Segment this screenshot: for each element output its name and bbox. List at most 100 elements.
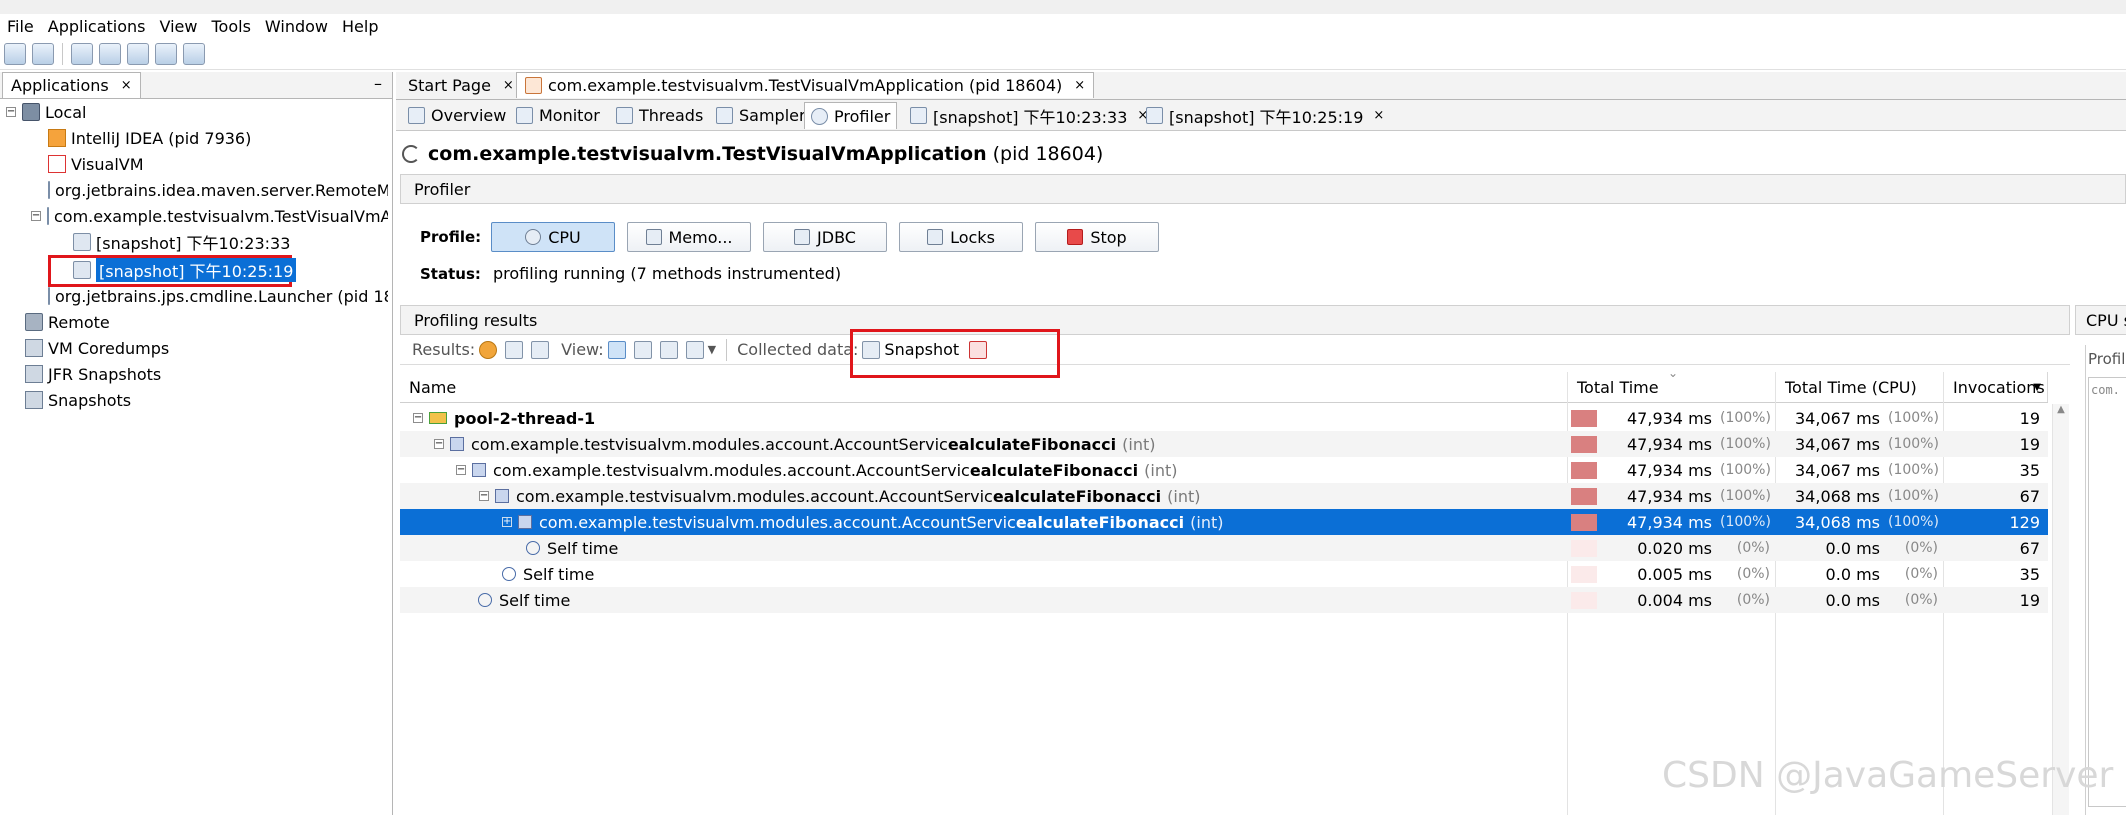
tree-node-local[interactable]: − Local [6, 99, 86, 125]
collapse-icon[interactable]: − [434, 439, 444, 449]
cpu-button[interactable]: CPU [491, 222, 615, 252]
chevron-down-icon[interactable]: ▼ [708, 343, 716, 356]
tab-snapshot-1[interactable]: [snapshot] 下午10:23:33 × [904, 102, 1154, 129]
column-invocations[interactable]: Invocations ▼ [1944, 372, 2048, 402]
menu-help[interactable]: Help [335, 17, 385, 36]
tab-testvisualvm[interactable]: com.example.testvisualvm.TestVisualVmApp… [516, 72, 1095, 98]
column-name[interactable]: Name [400, 372, 1568, 402]
tree-node-jps-launcher[interactable]: org.jetbrains.jps.cmdline.Launcher (pid … [48, 283, 388, 309]
tab-monitor[interactable]: Monitor [510, 102, 606, 129]
close-icon[interactable]: × [503, 78, 514, 93]
close-icon[interactable]: × [1373, 108, 1384, 123]
tree-node-snapshot-2[interactable]: [snapshot] 下午10:25:19 [73, 257, 297, 283]
toolbar-separator [726, 338, 728, 361]
tree-node-jfr[interactable]: JFR Snapshots [25, 361, 161, 387]
columns-icon[interactable] [685, 340, 704, 359]
thread-dump-icon[interactable] [127, 42, 149, 65]
profile-icon[interactable] [155, 42, 177, 65]
collapse-icon[interactable]: − [6, 107, 16, 117]
minimize-icon[interactable]: – [374, 74, 382, 93]
table-row[interactable]: Self time 0.005 ms (0%) 0.0 ms (0%) 35 [400, 561, 2048, 587]
overview-icon [408, 107, 425, 124]
total-time-value: 0.020 ms [1637, 538, 1712, 558]
collapse-icon[interactable]: − [456, 465, 466, 475]
jdbc-button[interactable]: JDBC [763, 222, 887, 252]
tab-overview[interactable]: Overview [402, 102, 512, 129]
close-icon[interactable]: × [121, 78, 132, 93]
table-row[interactable]: − com.example.testvisualvm.modules.accoun… [400, 431, 2048, 457]
applications-tab[interactable]: Applications × [2, 72, 141, 98]
snapshot-icon[interactable] [183, 42, 205, 65]
row-name: + com.example.testvisualvm.modules.accoun… [502, 509, 1223, 535]
column-total-time-cpu[interactable]: Total Time (CPU) [1776, 372, 1944, 402]
tab-threads[interactable]: Threads [610, 102, 709, 129]
tab-label: Profiler [834, 106, 891, 126]
hot-spots-icon[interactable] [633, 340, 652, 359]
scroll-up-icon[interactable]: ▲ [2053, 404, 2069, 415]
collapse-icon[interactable]: − [31, 211, 41, 221]
table-row[interactable]: − pool-2-thread-1 47,934 ms (100%) 34,067 ms… [400, 405, 2048, 431]
load-snapshot-icon[interactable] [4, 42, 26, 65]
tree-node-remote[interactable]: Remote [25, 309, 110, 335]
call-tree-icon[interactable] [607, 340, 626, 359]
collapse-icon[interactable]: − [413, 413, 423, 423]
cpu-time-percent: (0%) [1904, 540, 1938, 556]
tab-start-page[interactable]: Start Page × [400, 72, 522, 98]
profiler-section-header: Profiler [400, 174, 2126, 204]
vertical-scrollbar[interactable]: ▲ [2052, 404, 2069, 815]
idea-icon [48, 129, 66, 147]
chevron-down-icon[interactable]: ▼ [2033, 382, 2041, 393]
time-bar [1571, 592, 1597, 609]
close-icon[interactable]: × [1074, 78, 1085, 93]
table-row[interactable]: Self time 0.020 ms (0%) 0.0 ms (0%) 67 [400, 535, 2048, 561]
tab-snapshot-2[interactable]: [snapshot] 下午10:25:19 × [1140, 102, 1390, 129]
collapse-icon[interactable]: − [479, 491, 489, 501]
sampler-icon [716, 107, 733, 124]
menu-window[interactable]: Window [258, 17, 335, 36]
time-bar [1571, 514, 1597, 531]
total-time-percent: (100%) [1720, 488, 1771, 504]
pause-icon[interactable] [479, 340, 498, 359]
tab-profiler[interactable]: Profiler [804, 102, 898, 129]
menu-file[interactable]: File [0, 17, 41, 36]
save-icon[interactable] [32, 42, 54, 65]
menu-view[interactable]: View [153, 17, 205, 36]
table-row[interactable]: − com.example.testvisualvm.modules.accoun… [400, 483, 2048, 509]
clock-icon [478, 593, 492, 607]
tree-node-visualvm[interactable]: VisualVM [48, 151, 144, 177]
expand-icon[interactable]: + [502, 517, 512, 527]
table-row[interactable]: Self time 0.004 ms (0%) 0.0 ms (0%) 19 [400, 587, 2048, 613]
locks-button[interactable]: Locks [899, 222, 1023, 252]
tree-node-snapshots[interactable]: Snapshots [25, 387, 131, 413]
view-label: View: [561, 340, 604, 359]
refresh-icon[interactable] [505, 340, 524, 359]
reset-icon[interactable] [531, 340, 550, 359]
menu-applications[interactable]: Applications [41, 17, 153, 36]
menu-tools[interactable]: Tools [204, 17, 257, 36]
heap-dump-icon[interactable] [99, 42, 121, 65]
tab-label: Sampler [739, 106, 806, 125]
column-total-time[interactable]: Total Time ⌄ [1568, 366, 1776, 402]
stop-button[interactable]: Stop [1035, 222, 1159, 252]
tab-label: Monitor [539, 106, 600, 125]
tree-node-testvisualvm[interactable]: − com.example.testvisualvm.TestVisualVmA… [31, 203, 388, 229]
method-name-bold: ealculateFibonacci [992, 486, 1162, 506]
applications-panel: Applications × – − Local IntelliJ IDEA (… [0, 72, 393, 815]
tree-node-coredumps[interactable]: VM Coredumps [25, 335, 169, 361]
time-bar [1571, 540, 1597, 557]
add-jmx-icon[interactable] [71, 42, 93, 65]
tree-node-maven-server[interactable]: org.jetbrains.idea.maven.server.RemoteMa [48, 177, 388, 203]
combined-icon[interactable] [659, 340, 678, 359]
table-row[interactable]: − com.example.testvisualvm.modules.accoun… [400, 457, 2048, 483]
tree-node-intellij[interactable]: IntelliJ IDEA (pid 7936) [48, 125, 251, 151]
tree-node-label: [snapshot] 下午10:25:19 [96, 258, 297, 282]
memory-button[interactable]: Memo... [627, 222, 751, 252]
tree-node-snapshot-1[interactable]: [snapshot] 下午10:23:33 [73, 229, 290, 255]
table-row[interactable]: + com.example.testvisualvm.modules.accoun… [400, 509, 2048, 535]
time-bar [1571, 410, 1597, 427]
button-label: Locks [950, 227, 995, 247]
java-icon [48, 181, 50, 199]
tab-sampler[interactable]: Sampler [710, 102, 812, 129]
section-title: Profiling results [414, 310, 538, 330]
status-value: profiling running (7 methods instrumente… [493, 264, 842, 283]
